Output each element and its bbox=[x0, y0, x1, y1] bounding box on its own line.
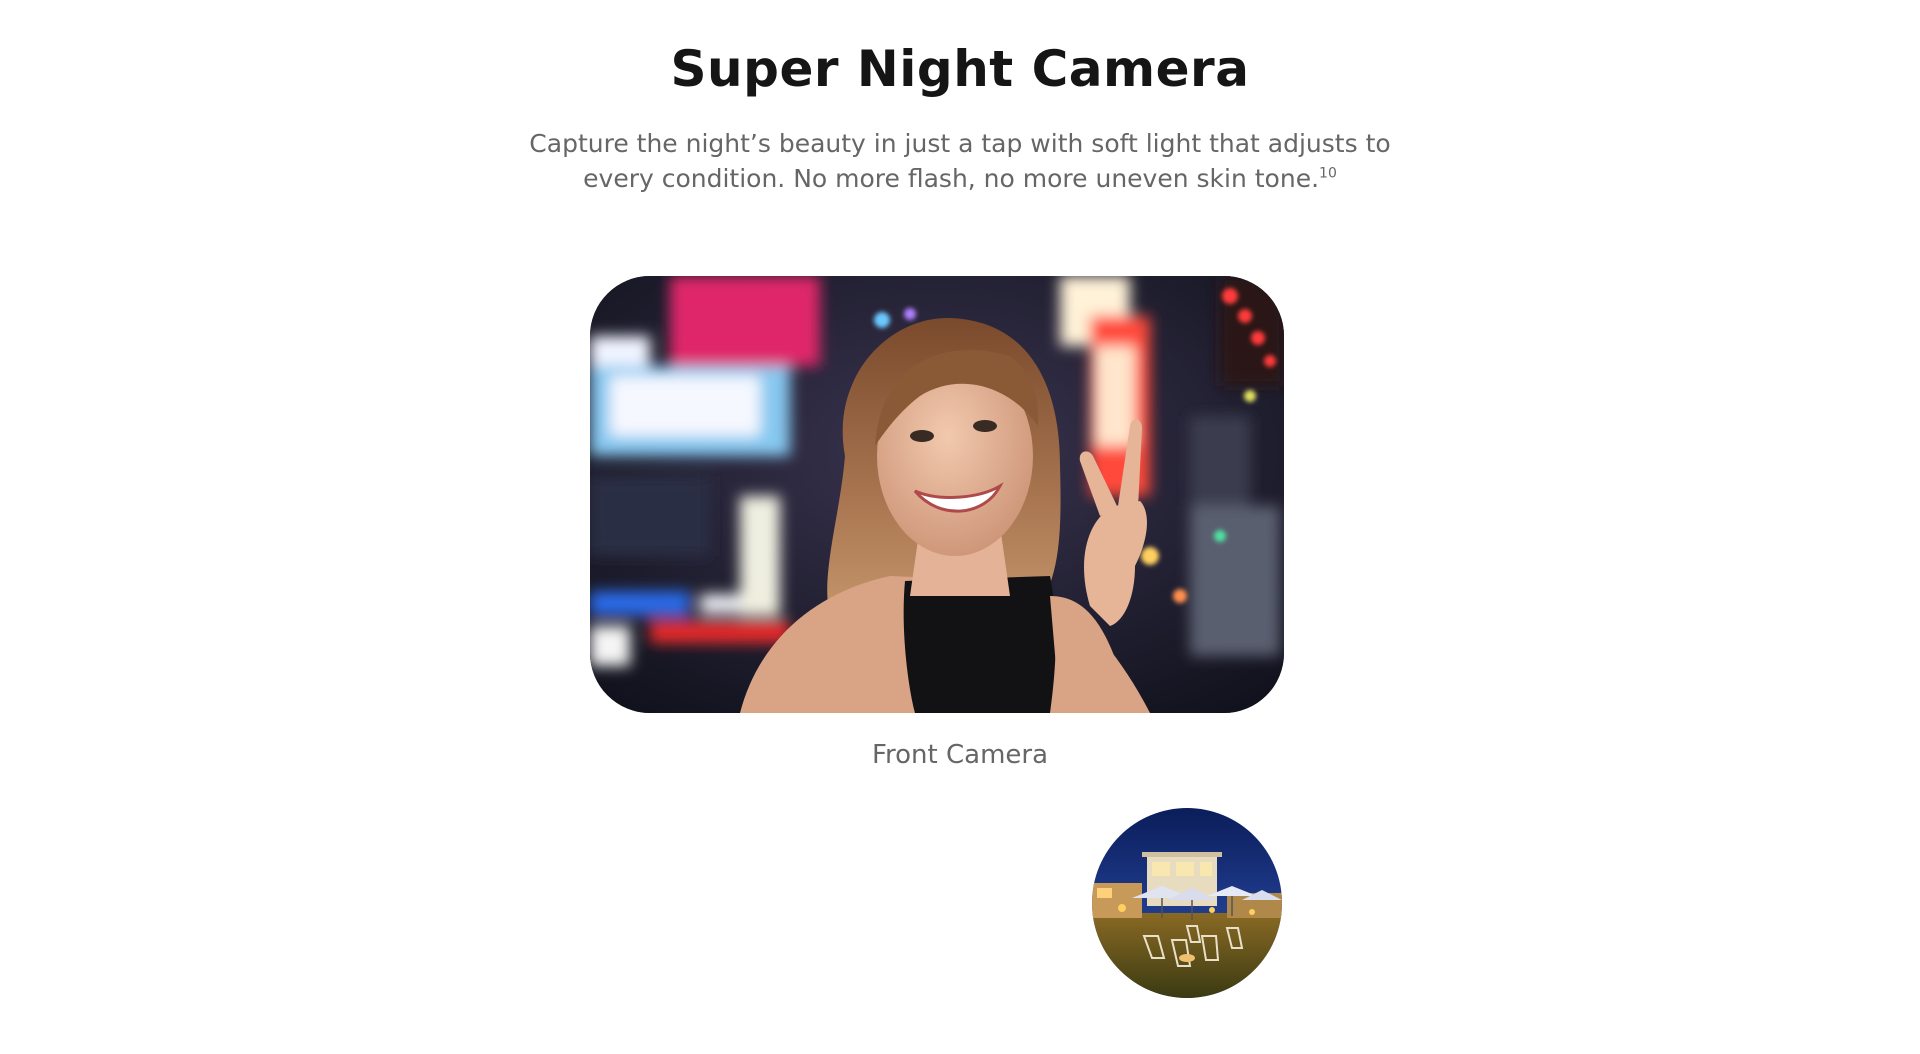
footnote-marker[interactable]: 10 bbox=[1319, 166, 1337, 182]
front-camera-caption: Front Camera bbox=[871, 740, 1049, 770]
front-camera-photo bbox=[590, 276, 1284, 713]
super-night-camera-section: Super Night Camera Capture the night’s b… bbox=[0, 0, 1920, 1054]
night-scene-thumbnail[interactable] bbox=[1092, 808, 1282, 998]
description-text: Capture the night’s beauty in just a tap… bbox=[529, 129, 1391, 193]
section-title: Super Night Camera bbox=[670, 40, 1250, 98]
section-description: Capture the night’s beauty in just a tap… bbox=[500, 126, 1420, 196]
